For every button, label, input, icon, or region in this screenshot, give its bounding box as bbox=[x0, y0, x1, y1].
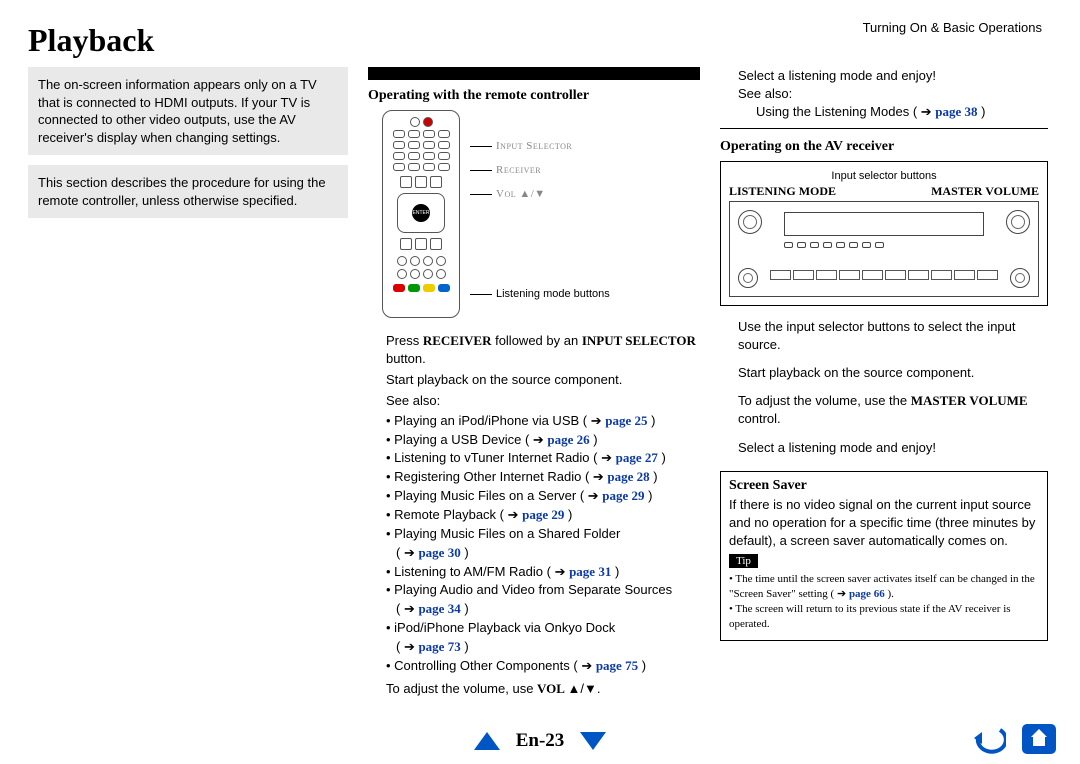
next-page-button[interactable] bbox=[580, 732, 606, 750]
page-link-38[interactable]: page 38 bbox=[935, 104, 977, 119]
remote-illustration: ENTER Input Selector Receiver Vol ▲/▼ Li… bbox=[382, 110, 700, 318]
select-mode: Select a listening mode and enjoy! bbox=[738, 67, 1048, 85]
label-listening-mode: LISTENING MODE bbox=[729, 184, 836, 199]
heading-av-receiver: Operating on the AV receiver bbox=[720, 139, 1048, 155]
ref-item: • Playing Music Files on a Shared Folder… bbox=[386, 525, 700, 563]
page-link[interactable]: page 29 bbox=[522, 507, 564, 522]
av-steps: Use the input selector buttons to select… bbox=[720, 318, 1048, 457]
ref-item: • Listening to AM/FM Radio ( ➔ page 31 ) bbox=[386, 563, 700, 582]
ref-item: • Playing a USB Device ( ➔ page 26 ) bbox=[386, 431, 700, 450]
see-also-right: See also: bbox=[738, 85, 1048, 103]
label-master-volume: MASTER VOLUME bbox=[931, 184, 1039, 199]
section-divider bbox=[368, 67, 700, 80]
breadcrumb: Turning On & Basic Operations bbox=[863, 20, 1042, 35]
section-separator bbox=[720, 128, 1048, 129]
screensaver-heading: Screen Saver bbox=[729, 478, 1039, 494]
ref-item: • Controlling Other Components ( ➔ page … bbox=[386, 657, 700, 676]
back-icon[interactable] bbox=[972, 724, 1006, 754]
av-top-caption: Input selector buttons bbox=[729, 170, 1039, 182]
ref-item: • Playing an iPod/iPhone via USB ( ➔ pag… bbox=[386, 412, 700, 431]
tip-badge: Tip bbox=[729, 554, 758, 568]
heading-remote: Operating with the remote controller bbox=[368, 88, 700, 104]
prev-page-button[interactable] bbox=[474, 732, 500, 750]
page-link[interactable]: page 26 bbox=[547, 432, 589, 447]
page-link[interactable]: page 75 bbox=[596, 658, 638, 673]
callout-vol: Vol ▲/▼ bbox=[496, 188, 546, 200]
page-link[interactable]: page 34 bbox=[418, 601, 460, 616]
page-link[interactable]: page 30 bbox=[418, 545, 460, 560]
page-link[interactable]: page 31 bbox=[569, 564, 611, 579]
page-number: En-23 bbox=[516, 730, 565, 752]
page-link[interactable]: page 27 bbox=[616, 450, 658, 465]
ref-item: • Listening to vTuner Internet Radio ( ➔… bbox=[386, 449, 700, 468]
page-link[interactable]: page 29 bbox=[602, 488, 644, 503]
callout-receiver: Receiver bbox=[496, 164, 541, 176]
ref-item: • iPod/iPhone Playback via Onkyo Dock ( … bbox=[386, 619, 700, 657]
tip-content: • The time until the screen saver activa… bbox=[729, 572, 1039, 631]
ref-item: • Playing Audio and Video from Separate … bbox=[386, 581, 700, 619]
listening-modes-text: Using the Listening Modes bbox=[756, 104, 909, 119]
page-link[interactable]: page 28 bbox=[607, 469, 649, 484]
page-link-66[interactable]: page 66 bbox=[849, 588, 885, 600]
page-link[interactable]: page 25 bbox=[605, 413, 647, 428]
callout-listening-mode: Listening mode buttons bbox=[496, 288, 610, 300]
note-hdmi: The on-screen information appears only o… bbox=[28, 67, 348, 155]
ref-item: • Playing Music Files on a Server ( ➔ pa… bbox=[386, 487, 700, 506]
page-link[interactable]: page 73 bbox=[418, 639, 460, 654]
note-procedure: This section describes the procedure for… bbox=[28, 165, 348, 218]
remote-steps: Press RECEIVER followed by an INPUT SELE… bbox=[368, 332, 700, 698]
screensaver-box: Screen Saver If there is no video signal… bbox=[720, 471, 1048, 641]
ref-item: • Registering Other Internet Radio ( ➔ p… bbox=[386, 468, 700, 487]
ref-item: • Remote Playback ( ➔ page 29 ) bbox=[386, 506, 700, 525]
av-receiver-figure: Input selector buttons LISTENING MODE MA… bbox=[720, 161, 1048, 306]
home-icon[interactable] bbox=[1022, 724, 1056, 754]
screensaver-body: If there is no video signal on the curre… bbox=[729, 496, 1039, 551]
callout-input-selector: Input Selector bbox=[496, 140, 572, 152]
